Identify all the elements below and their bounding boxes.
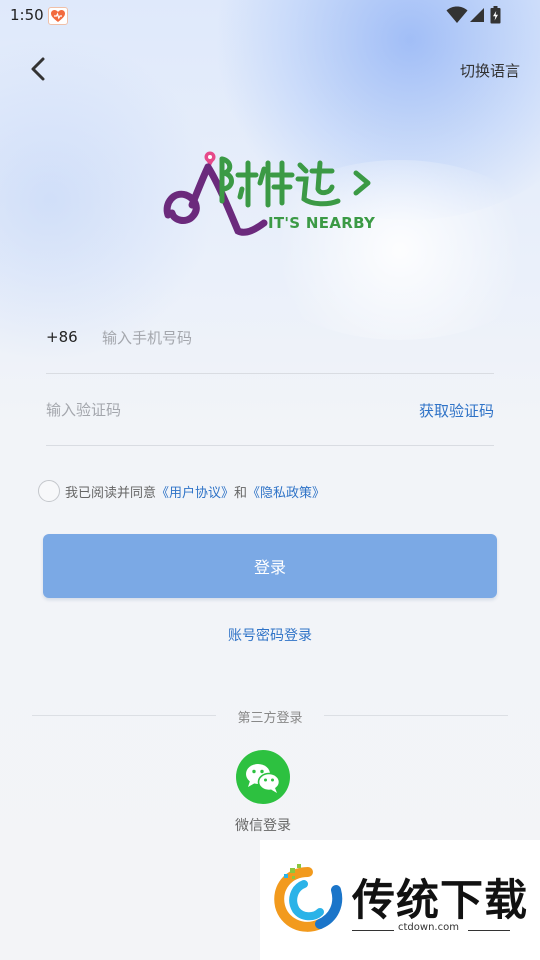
agreement-prefix: 我已阅读并同意 (65, 486, 157, 501)
agreement-checkbox[interactable] (38, 480, 60, 502)
verification-code-input[interactable] (46, 394, 376, 426)
watermark-logo-icon (274, 864, 343, 932)
agreement-and: 和 (234, 486, 248, 501)
status-bar: 1:50 (0, 0, 540, 32)
status-time: 1:50 (10, 6, 44, 24)
country-code-selector[interactable]: +86 (46, 328, 78, 346)
user-agreement-link[interactable]: 《用户协议》 (156, 486, 234, 501)
phone-input[interactable] (102, 322, 482, 354)
wechat-login-button[interactable] (236, 750, 290, 804)
watermark-url: ctdown.com (398, 922, 459, 933)
third-party-login-label: 第三方登录 (237, 711, 303, 726)
privacy-policy-link[interactable]: 《隐私政策》 (247, 486, 325, 501)
watermark-title: 传统下载 (352, 876, 528, 926)
get-verification-code-button[interactable]: 获取验证码 (419, 400, 494, 421)
account-password-login-link[interactable]: 账号密码登录 (0, 625, 540, 645)
watermark: 传统下载 ctdown.com (260, 840, 540, 960)
signal-icon (470, 8, 484, 22)
wechat-icon (246, 764, 281, 793)
phone-field: +86 (46, 302, 494, 374)
agreement-text: 我已阅读并同意《用户协议》和《隐私政策》 (65, 482, 325, 501)
app-notification-icon (48, 7, 68, 25)
watermark-rule (468, 930, 510, 931)
wechat-login-label: 微信登录 (235, 818, 291, 834)
status-icons (446, 6, 506, 26)
wifi-icon (446, 6, 468, 23)
login-button[interactable]: 登录 (43, 534, 497, 598)
verification-code-field: 获取验证码 (46, 374, 494, 446)
logo-tagline: IT'S NEARBY (268, 214, 376, 232)
switch-language-button[interactable]: 切换语言 (460, 60, 520, 81)
battery-icon (490, 6, 501, 24)
agreement-row: 我已阅读并同意《用户协议》和《隐私政策》 (38, 479, 498, 503)
chevron-left-icon (31, 57, 45, 81)
watermark-rule (352, 930, 394, 931)
back-button[interactable] (24, 54, 54, 84)
